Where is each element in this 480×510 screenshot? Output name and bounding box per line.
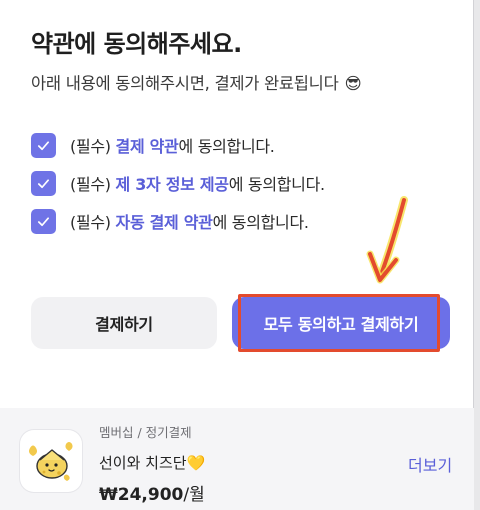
annotation-arrow-icon — [366, 196, 408, 284]
agreement-item-auto-payment[interactable]: (필수) 자동 결제 약관에 동의합니다. — [31, 206, 325, 236]
checkbox-auto-payment[interactable] — [31, 208, 56, 234]
cheese-character-icon — [29, 442, 73, 481]
agreement-item-payment-terms[interactable]: (필수) 결제 약관에 동의합니다. — [31, 130, 325, 160]
subtitle: 아래 내용에 동의해주시면, 결제가 완료됩니다 😎 — [31, 70, 362, 94]
page-title: 약관에 동의해주세요. — [31, 30, 242, 58]
agreement-suffix: 에 동의합니다. — [178, 137, 275, 156]
subtitle-text: 아래 내용에 동의해주시면, 결제가 완료됩니다 — [31, 74, 339, 93]
agree-all-and-pay-button[interactable]: 모두 동의하고 결제하기 — [232, 297, 450, 349]
agreement-text: (필수) 제 3자 정보 제공에 동의합니다. — [70, 171, 325, 195]
price-amount: ₩24,900 — [99, 485, 184, 505]
checkbox-payment-terms[interactable] — [31, 132, 56, 158]
checkbox-third-party[interactable] — [31, 170, 56, 196]
agreement-list: (필수) 결제 약관에 동의합니다. (필수) 제 3자 정보 제공에 동의합니… — [31, 130, 325, 244]
more-link[interactable]: 더보기 — [408, 452, 452, 476]
right-edge-scrollbar — [474, 0, 480, 510]
product-name: 선이와 치즈단💛 — [99, 454, 206, 472]
product-category: 멤버십 / 정기결제 — [99, 425, 192, 440]
required-tag: (필수) — [70, 213, 111, 232]
agreement-suffix: 에 동의합니다. — [228, 175, 325, 194]
agreement-item-third-party[interactable]: (필수) 제 3자 정보 제공에 동의합니다. — [31, 168, 325, 198]
sunglasses-emoji: 😎 — [344, 74, 362, 93]
agreement-text: (필수) 결제 약관에 동의합니다. — [70, 133, 275, 157]
product-summary: 멤버십 / 정기결제 선이와 치즈단💛 ₩24,900/월 더보기 — [0, 408, 474, 510]
required-tag: (필수) — [70, 137, 111, 156]
pay-button[interactable]: 결제하기 — [31, 297, 217, 349]
terms-link-third-party[interactable]: 제 3자 정보 제공 — [116, 175, 229, 194]
check-icon — [37, 216, 50, 226]
check-icon — [37, 140, 50, 150]
app-icon — [20, 430, 82, 492]
required-tag: (필수) — [70, 175, 111, 194]
price-period: /월 — [183, 485, 205, 505]
agreement-text: (필수) 자동 결제 약관에 동의합니다. — [70, 209, 309, 233]
check-icon — [37, 178, 50, 188]
terms-link-payment[interactable]: 결제 약관 — [116, 137, 179, 156]
product-price: ₩24,900/월 — [99, 480, 205, 505]
terms-link-auto-payment[interactable]: 자동 결제 약관 — [116, 213, 213, 232]
agreement-suffix: 에 동의합니다. — [212, 213, 309, 232]
